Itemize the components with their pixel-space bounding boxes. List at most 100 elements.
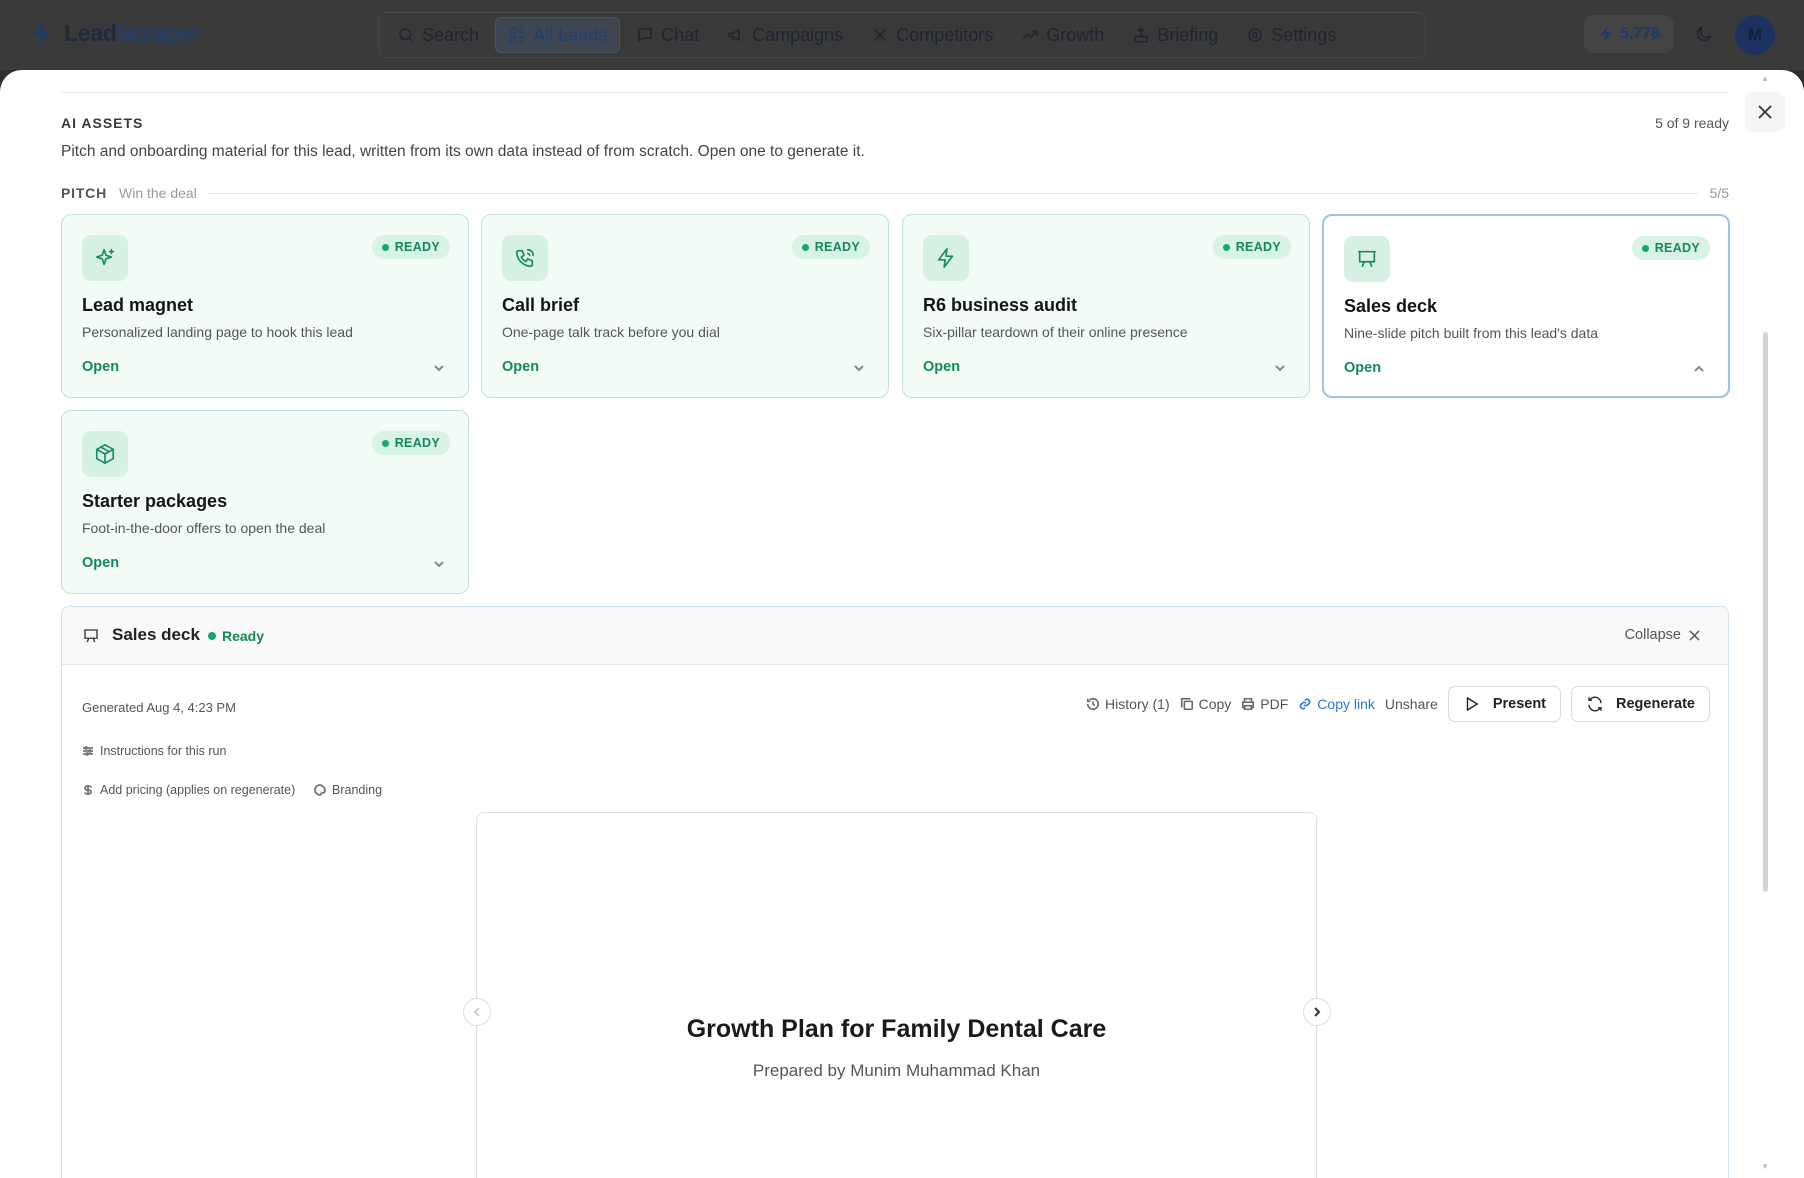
sales-deck-panel: Sales deck Ready Collapse Generated Aug …	[61, 606, 1729, 1178]
card-description: Foot-in-the-door offers to open the deal	[82, 520, 326, 536]
card-title: Call brief	[502, 295, 580, 315]
lead-modal: ▲ ▼ AI ASSETS 5 of 9 ready Pitch and onb…	[0, 70, 1804, 1178]
scroll-down-arrow[interactable]: ▼	[1760, 1162, 1770, 1172]
status-badge: READY	[371, 235, 450, 259]
group-subtitle: Win the deal	[119, 185, 197, 201]
present-button[interactable]: Present	[1447, 686, 1562, 722]
regenerate-button[interactable]: Regenerate	[1571, 686, 1710, 722]
presentation-icon	[82, 627, 100, 645]
open-link[interactable]: Open	[502, 359, 539, 375]
expand-toggle[interactable]	[432, 557, 446, 571]
megaphone-icon	[728, 28, 740, 42]
theme-toggle[interactable]	[1690, 20, 1718, 48]
app-logo[interactable]: LeadScraper	[30, 20, 200, 47]
asset-card-lead-magnet[interactable]: READY Lead magnet Personalized landing p…	[61, 214, 469, 398]
card-description: Six-pillar teardown of their online pres…	[923, 324, 1188, 340]
chat-icon	[638, 28, 652, 43]
search-icon	[399, 28, 413, 42]
gear-icon	[1248, 28, 1263, 42]
chevron-down-icon	[854, 365, 864, 372]
ready-count: 5 of 9 ready	[1655, 115, 1729, 131]
chevron-left-icon	[473, 1007, 480, 1017]
open-link[interactable]: Open	[82, 359, 119, 375]
asset-card-starter-packages[interactable]: READY Starter packages Foot-in-the-door …	[61, 410, 469, 594]
play-icon	[1466, 696, 1479, 712]
pdf-button[interactable]: PDF	[1241, 696, 1288, 712]
collapse-toggle[interactable]	[1692, 362, 1706, 376]
scroll-up-arrow[interactable]: ▲	[1760, 74, 1770, 84]
next-slide-button[interactable]	[1303, 998, 1331, 1026]
status-badge: READY	[1212, 235, 1291, 259]
nav-competitors[interactable]: Competitors	[859, 17, 1005, 53]
panel-header: Sales deck Ready Collapse	[62, 607, 1728, 665]
lightning-logo-icon	[33, 21, 51, 46]
section-title: AI ASSETS	[61, 115, 144, 131]
avatar[interactable]: M	[1735, 15, 1775, 55]
nav-briefing[interactable]: Briefing	[1120, 17, 1230, 53]
deck-actions: History (1) Copy PDF Copy link Unshare P…	[1086, 686, 1710, 722]
logo-text: LeadScraper	[64, 20, 201, 46]
open-link[interactable]: Open	[923, 359, 960, 375]
asset-card-business-audit[interactable]: READY R6 business audit Six-pillar teard…	[902, 214, 1310, 398]
branding-toggle[interactable]: Branding	[314, 783, 382, 797]
group-header: PITCH Win the deal 5/5	[61, 183, 1729, 203]
nav-settings[interactable]: Settings	[1234, 17, 1348, 53]
moon-icon	[1696, 26, 1712, 42]
nav-chat[interactable]: Chat	[624, 17, 711, 53]
sliders-icon	[83, 746, 93, 756]
chevron-up-icon	[1694, 365, 1704, 372]
close-button[interactable]	[1745, 92, 1785, 132]
nav-campaigns[interactable]: Campaigns	[715, 17, 855, 53]
chevron-right-icon	[1314, 1007, 1321, 1017]
copy-icon	[1180, 697, 1193, 711]
instructions-toggle[interactable]: Instructions for this run	[82, 744, 226, 758]
card-description: One-page talk track before you dial	[502, 324, 720, 340]
asset-card-call-brief[interactable]: READY Call brief One-page talk track bef…	[481, 214, 889, 398]
open-link[interactable]: Open	[1344, 360, 1381, 376]
copy-button[interactable]: Copy	[1180, 696, 1231, 712]
card-icon-box	[502, 235, 548, 281]
sparkles-icon	[95, 248, 115, 266]
copy-link-button[interactable]: Copy link	[1298, 696, 1375, 712]
nav-search[interactable]: Search	[385, 17, 491, 53]
collapse-button[interactable]: Collapse	[1625, 627, 1700, 643]
previous-slide-button[interactable]	[463, 998, 491, 1026]
card-title: R6 business audit	[923, 295, 1078, 315]
refresh-icon	[1588, 696, 1602, 712]
expand-toggle[interactable]	[1273, 361, 1287, 375]
slide-subtitle: Prepared by Munim Muhammad Khan	[752, 1061, 1041, 1080]
nav-growth[interactable]: Growth	[1009, 17, 1116, 53]
history-button[interactable]: History (1)	[1086, 696, 1170, 712]
slide-preview: Growth Plan for Family Dental Care Prepa…	[476, 812, 1317, 1178]
package-icon	[95, 444, 115, 464]
card-icon-box	[1344, 236, 1390, 282]
unshare-button[interactable]: Unshare	[1385, 696, 1438, 712]
group-label: PITCH	[61, 185, 107, 201]
chevron-down-icon	[1275, 365, 1285, 372]
card-title: Lead magnet	[82, 295, 194, 315]
open-link[interactable]: Open	[82, 555, 119, 571]
divider	[61, 92, 1729, 93]
nav-all-leads[interactable]: All Leads	[495, 17, 621, 53]
phone-call-icon	[515, 248, 535, 268]
expand-toggle[interactable]	[432, 361, 446, 375]
card-title: Starter packages	[82, 491, 228, 511]
card-title: Sales deck	[1344, 296, 1438, 316]
link-icon	[1299, 698, 1311, 710]
status-badge: READY	[791, 235, 870, 259]
expand-toggle[interactable]	[852, 361, 866, 375]
top-navigation-bar: LeadScraper Search All Leads Chat Campai…	[0, 0, 1804, 70]
scrollbar[interactable]	[1763, 332, 1768, 892]
credits-badge[interactable]: 5,778	[1584, 15, 1675, 53]
close-icon	[1758, 105, 1772, 119]
group-count: 5/5	[1709, 185, 1729, 201]
add-pricing-toggle[interactable]: Add pricing (applies on regenerate)	[82, 783, 295, 797]
lightning-icon	[937, 248, 954, 268]
presentation-icon	[1357, 250, 1377, 268]
asset-card-sales-deck[interactable]: READY Sales deck Nine-slide pitch built …	[1322, 214, 1730, 398]
status-badge: READY	[1631, 236, 1710, 260]
card-description: Personalized landing page to hook this l…	[82, 324, 353, 340]
card-description: Nine-slide pitch built from this lead's …	[1344, 325, 1599, 341]
dollar-icon	[84, 785, 92, 795]
status-badge: READY	[371, 431, 450, 455]
